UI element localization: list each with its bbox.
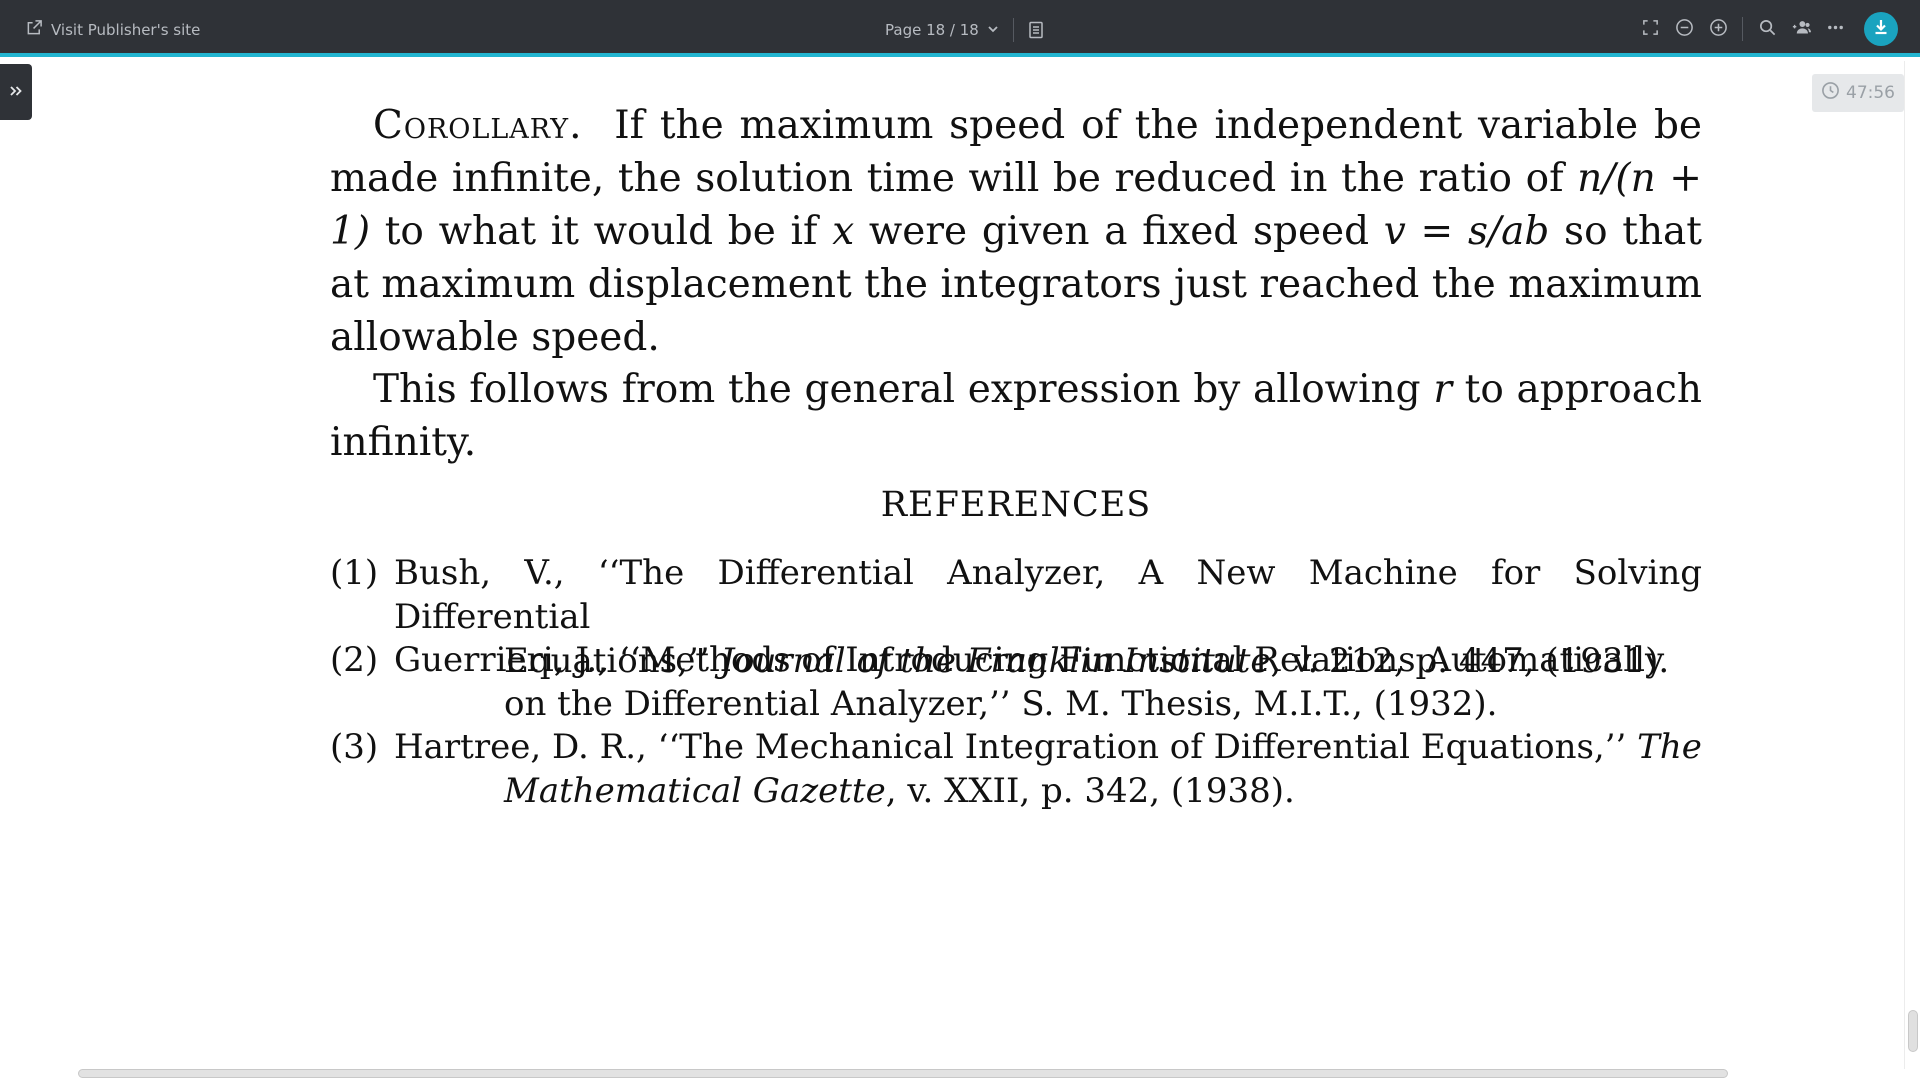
timer-value: 47:56 <box>1846 83 1895 103</box>
reference-number: (3) <box>330 727 379 767</box>
corollary-label: Corollary. <box>373 103 583 148</box>
toolbar-divider <box>1012 18 1014 42</box>
zoom-out-icon <box>1675 18 1694 41</box>
thumbnails-icon <box>1028 21 1044 39</box>
reference-line: on the Differential Analyzer,’’ S. M. Th… <box>504 684 1498 724</box>
corollary-paragraph: Corollary. If the maximum speed of the i… <box>330 99 1702 364</box>
fullscreen-icon <box>1641 18 1660 41</box>
vertical-scrollbar[interactable] <box>1904 61 1920 1069</box>
clock-icon <box>1821 81 1840 105</box>
clipped-previous-line <box>780 61 1340 67</box>
page-indicator-label: Page 18 / 18 <box>885 21 979 39</box>
speed-expression: v = s/ab <box>1383 209 1550 254</box>
thumbnails-button[interactable] <box>1028 21 1044 39</box>
zoom-in-button[interactable] <box>1701 12 1735 46</box>
reference-number: (2) <box>330 640 379 680</box>
double-chevron-right-icon <box>9 83 23 102</box>
toolbar-actions <box>1633 11 1898 47</box>
zoom-out-button[interactable] <box>1667 12 1701 46</box>
reference-text: Guerrieri, J., ‘‘Methods of Introducing … <box>394 638 1702 726</box>
share-users-icon <box>1792 18 1811 41</box>
variable-r: r <box>1433 367 1452 412</box>
search-icon <box>1758 18 1777 41</box>
reference-line: Mathematical Gazette, v. XXII, p. 342, (… <box>504 769 1702 813</box>
visit-publisher-link[interactable]: Visit Publisher's site <box>26 19 200 40</box>
external-link-icon <box>26 19 43 40</box>
page-selector[interactable]: Page 18 / 18 <box>885 21 999 39</box>
zoom-in-icon <box>1709 18 1728 41</box>
journal-title: Mathematical Gazette <box>504 771 886 811</box>
download-icon <box>1872 18 1890 40</box>
more-button[interactable] <box>1818 12 1852 46</box>
reference-number: (1) <box>330 553 379 593</box>
more-icon <box>1826 18 1845 41</box>
paragraph-text: This follows from the general expression… <box>373 367 1434 412</box>
corollary-text: were given a fixed speed <box>854 209 1384 254</box>
vertical-scrollbar-thumb[interactable] <box>1908 1010 1918 1052</box>
journal-title: The <box>1637 727 1702 767</box>
share-button[interactable] <box>1784 12 1818 46</box>
horizontal-scrollbar[interactable] <box>78 1069 1728 1078</box>
visit-publisher-label: Visit Publisher's site <box>51 20 201 39</box>
reference-segment: Hartree, D. R., ‘‘The Mechanical Integra… <box>394 727 1638 767</box>
download-button[interactable] <box>1864 12 1898 46</box>
variable-x: x <box>832 209 855 254</box>
reference-line: Guerrieri, J., ‘‘Methods of Introducing … <box>394 640 1665 680</box>
references-heading: REFERENCES <box>880 485 1152 525</box>
chevron-down-icon <box>987 21 999 39</box>
top-toolbar: Visit Publisher's site Page 18 / 18 <box>0 0 1920 57</box>
reference-line: Bush, V., ‘‘The Differential Analyzer, A… <box>394 553 1702 637</box>
sidebar-toggle-button[interactable] <box>0 64 32 120</box>
reference-segment: , v. XXII, p. 342, (1938). <box>885 771 1295 811</box>
page-navigation: Page 18 / 18 <box>885 17 1044 43</box>
corollary-text: to what it would be if <box>370 209 833 254</box>
pdf-viewer: Visit Publisher's site Page 18 / 18 Coro… <box>0 0 1920 1080</box>
reference-line: Hartree, D. R., ‘‘The Mechanical Integra… <box>394 727 1702 767</box>
session-timer: 47:56 <box>1812 74 1904 112</box>
follow-up-paragraph: This follows from the general expression… <box>330 363 1702 469</box>
fullscreen-button[interactable] <box>1633 12 1667 46</box>
search-button[interactable] <box>1750 12 1784 46</box>
toolbar-divider <box>1742 17 1743 41</box>
reference-text: Hartree, D. R., ‘‘The Mechanical Integra… <box>394 725 1702 813</box>
document-page: Corollary. If the maximum speed of the i… <box>0 61 1904 1069</box>
